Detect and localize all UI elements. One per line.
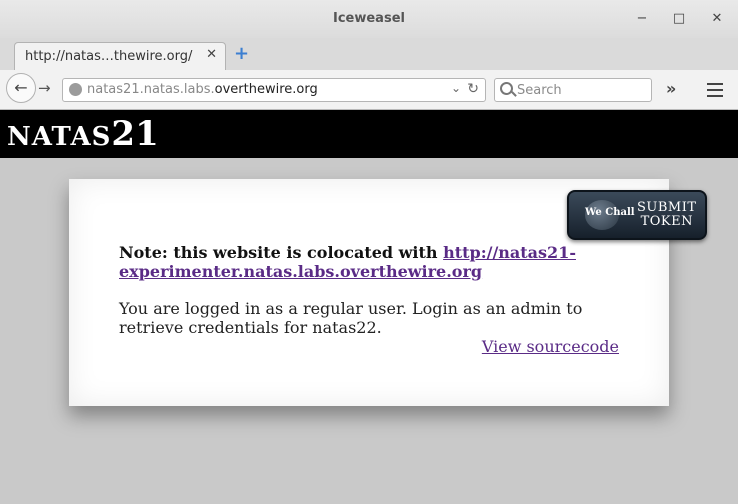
page-viewport: NATAS21 Note: this website is colocated …: [0, 110, 738, 504]
new-tab-button[interactable]: +: [234, 43, 249, 64]
url-bar[interactable]: natas21.natas.labs.overthewire.org ⌄ ↻: [62, 78, 486, 102]
hamburger-menu-icon[interactable]: [707, 83, 723, 97]
submit-token-line2: Token: [640, 214, 693, 229]
maximize-button[interactable]: □: [670, 10, 688, 28]
url-text[interactable]: natas21.natas.labs.overthewire.org: [87, 82, 318, 97]
search-box[interactable]: [494, 78, 652, 102]
submit-token-button[interactable]: We Chall Submit Token: [567, 190, 707, 240]
tab-close-icon[interactable]: ✕: [206, 47, 217, 62]
tab-label: http://natas…thewire.org/: [25, 49, 193, 64]
colocation-note: Note: this website is colocated with htt…: [119, 243, 619, 281]
login-status-message: You are logged in as a regular user. Log…: [119, 299, 583, 337]
url-prefix: natas21.natas.labs.: [87, 82, 215, 97]
navigation-bar: ← → natas21.natas.labs.overthewire.org ⌄…: [0, 70, 738, 110]
close-window-button[interactable]: ✕: [708, 10, 726, 28]
submit-token-line1: Submit: [637, 200, 697, 215]
title-bar: Iceweasel − □ ✕: [0, 0, 738, 38]
note-label: Note: this website is colocated with: [119, 243, 444, 262]
wechall-brand: We Chall: [585, 207, 635, 218]
url-dropdown-icon[interactable]: ⌄: [451, 81, 461, 95]
forward-button[interactable]: →: [38, 79, 51, 97]
window-title: Iceweasel: [333, 11, 405, 26]
tab-strip: http://natas…thewire.org/ ✕ +: [0, 38, 738, 71]
search-input[interactable]: [517, 81, 647, 99]
toolbar-overflow-button[interactable]: »: [666, 79, 676, 98]
minimize-button[interactable]: −: [633, 10, 651, 28]
browser-window: Iceweasel − □ ✕ http://natas…thewire.org…: [0, 0, 738, 504]
tab-natas21[interactable]: http://natas…thewire.org/ ✕: [14, 42, 226, 70]
url-domain: overthewire.org: [214, 82, 318, 97]
reload-icon[interactable]: ↻: [467, 81, 479, 97]
globe-icon: [69, 83, 82, 96]
banner-prefix: NATAS: [7, 122, 112, 152]
back-button[interactable]: ←: [6, 73, 36, 103]
banner-title: NATAS21: [7, 114, 159, 154]
submit-token-label: Submit Token: [637, 201, 697, 229]
natas-banner: NATAS21: [0, 110, 738, 158]
banner-number: 21: [111, 114, 159, 154]
search-icon: [500, 82, 513, 95]
view-sourcecode-link[interactable]: View sourcecode: [482, 337, 619, 356]
